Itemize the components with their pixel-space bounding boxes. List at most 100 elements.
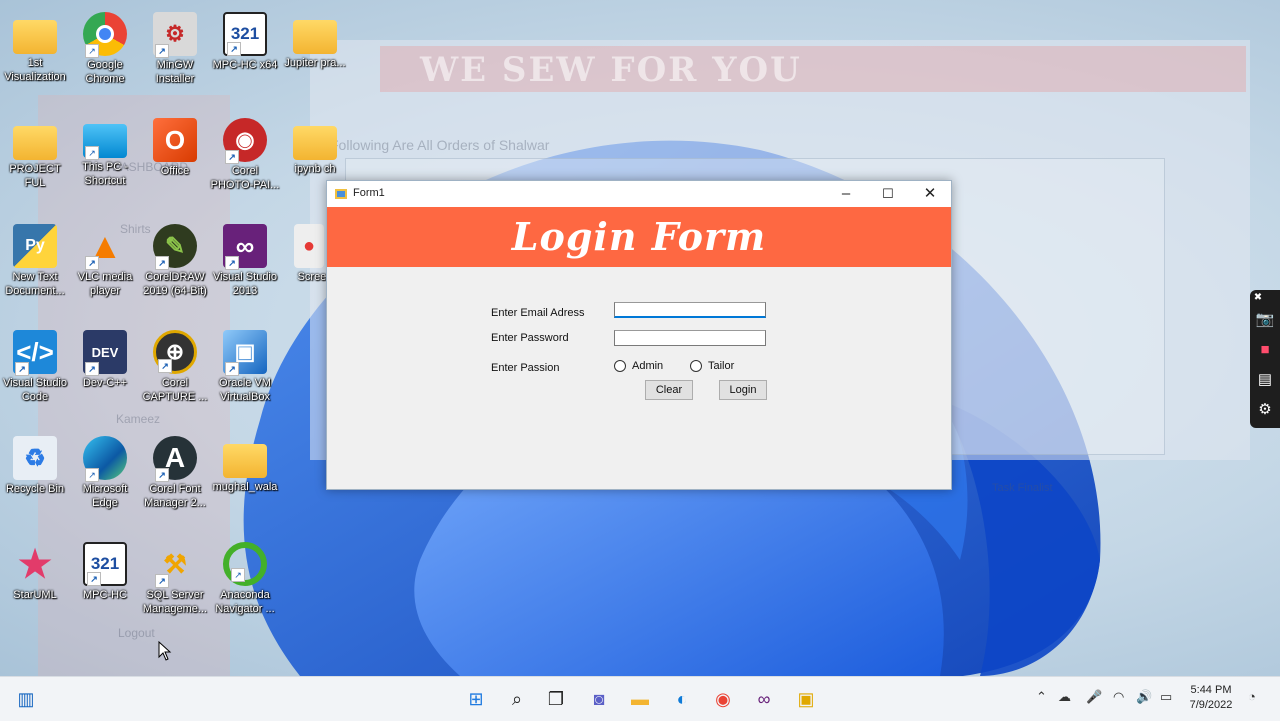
mouse-cursor-icon <box>158 641 172 661</box>
clear-button[interactable]: Clear <box>645 380 693 400</box>
chat-icon[interactable]: ◙ <box>587 687 611 711</box>
desktop-icon-label: This PC - Shortcut <box>82 161 128 187</box>
desktop-icon-label: MPC-HC x64 <box>212 59 278 71</box>
desktop-icon-label: CorelDRAW 2019 (64-Bit) <box>143 271 207 297</box>
desktop-icon-label: Office <box>160 165 190 177</box>
desktop-icon-anaconda-navigator[interactable]: ↗ Anaconda Navigator ... <box>210 542 280 616</box>
desktop-icon-label: PROJECT FUL <box>9 163 61 189</box>
desktop-icon-staruml[interactable]: ★ StarUML <box>0 542 70 602</box>
tailor-radio[interactable]: Tailor <box>690 360 734 372</box>
chrome-taskbar-icon[interactable]: ◉ <box>711 687 735 711</box>
desktop-icon-label: Dev-C++ <box>82 377 128 389</box>
desktop-icon-visual-studio-2013[interactable]: ∞ ↗ Visual Studio 2013 <box>210 224 280 298</box>
email-label: Enter Email Adress <box>491 307 585 319</box>
desktop-icon-visual-studio-code[interactable]: </> ↗ Visual Studio Code <box>0 330 70 404</box>
desktop-icon-project-ful[interactable]: PROJECT FUL <box>0 118 70 190</box>
background-sidebar-item-kameez: Kameez <box>116 412 161 426</box>
login-button[interactable]: Login <box>719 380 767 400</box>
file-explorer-icon[interactable]: ▬ <box>628 687 652 711</box>
desktop-icon-label: Google Chrome <box>85 59 125 85</box>
desktop-icon-jupiter-pra[interactable]: Jupiter pra... <box>280 12 350 70</box>
background-status-text: Task Finalist <box>992 482 1053 494</box>
devcpp-icon: DEV ↗ <box>83 330 127 376</box>
volume-icon[interactable]: 🔊 <box>1136 689 1152 705</box>
desktop-icon-office[interactable]: O Office <box>140 118 210 178</box>
desktop-icon-corel-font-manager[interactable]: A ↗ Corel Font Manager 2... <box>140 436 210 510</box>
desktop-icon-label: Corel Font Manager 2... <box>144 483 206 509</box>
visual-studio-taskbar-icon[interactable]: ∞ <box>752 687 776 711</box>
clock[interactable]: 5:44 PM 7/9/2022 <box>1185 683 1237 713</box>
clock-date: 7/9/2022 <box>1189 699 1233 711</box>
desktop-icon-mpc-hc[interactable]: 321 ↗ MPC-HC <box>70 542 140 602</box>
notification-icon[interactable]: ◔ <box>1248 689 1256 704</box>
desktop-icon-label: Visual Studio Code <box>2 377 67 403</box>
folder-icon <box>13 20 57 54</box>
camera-icon[interactable]: 📷 <box>1255 310 1275 330</box>
desktop-icon-label: Corel PHOTO-PAI... <box>210 165 280 191</box>
video-record-icon[interactable]: ■ <box>1255 340 1275 360</box>
desktop-icon-label: ipynb ch <box>294 163 336 175</box>
desktop-icon-mughal-wala[interactable]: mughal_wala <box>210 436 280 494</box>
minimize-icon[interactable]: – <box>825 181 867 207</box>
start-icon[interactable]: ⊞ <box>464 687 488 711</box>
desktop-icon-label: Oracle VM VirtualBox <box>219 377 271 403</box>
search-icon[interactable]: ⌕ <box>505 687 529 711</box>
desktop-icon-label: New Text Document... <box>5 271 65 297</box>
taskbar: ▥ ⊞ ⌕ ❐ ◙ ▬ ◐ ◉ ∞ ▣ ⌃ ☁ 🎤 ◠ 🔊 ▭ 5:44 PM … <box>0 676 1280 721</box>
maximize-icon[interactable]: ☐ <box>867 181 909 207</box>
desktop-icon-label: MinGW Installer <box>155 59 195 85</box>
desktop-icon-sql-server[interactable]: ⚒ ↗ SQL Server Manageme... <box>140 542 210 616</box>
wifi-icon[interactable]: ◠ <box>1113 689 1124 705</box>
desktop-icon-vlc[interactable]: ▲ ↗ VLC media player <box>70 224 140 298</box>
task-view-icon[interactable]: ❐ <box>544 687 568 711</box>
folder-icon <box>293 126 337 160</box>
onedrive-icon[interactable]: ☁ <box>1058 689 1071 705</box>
chevron-up-icon[interactable]: ⌃ <box>1036 689 1047 705</box>
desktop-icon-coreldraw[interactable]: ✎ ↗ CorelDRAW 2019 (64-Bit) <box>140 224 210 298</box>
desktop-icon-microsoft-edge[interactable]: ↗ Microsoft Edge <box>70 436 140 510</box>
desktop-icon-new-text-document[interactable]: Py New Text Document... <box>0 224 70 298</box>
admin-radio-label: Admin <box>632 360 664 372</box>
admin-radio[interactable]: Admin <box>614 360 663 372</box>
background-app-banner: WE SEW FOR YOU <box>380 46 1246 92</box>
record-icon: ● <box>294 224 324 268</box>
gallery-icon[interactable]: ▤ <box>1255 370 1275 390</box>
staruml-icon: ★ <box>17 543 53 586</box>
clock-time: 5:44 PM <box>1190 684 1232 696</box>
task-view-app-icon[interactable]: ▥ <box>14 687 38 711</box>
desktop-icon-corel-photo-paint[interactable]: ◉ ↗ Corel PHOTO-PAI... <box>210 118 280 192</box>
mpc-icon: 321 ↗ <box>223 12 267 56</box>
desktop-icon-google-chrome[interactable]: ↗ Google Chrome <box>70 12 140 86</box>
battery-icon[interactable]: ▭ <box>1160 689 1172 705</box>
anaconda-icon: ↗ <box>223 542 267 586</box>
desktop-icon-dev-cpp[interactable]: DEV ↗ Dev-C++ <box>70 330 140 390</box>
folder-icon <box>13 126 57 160</box>
capture-toolbar: ✖ 📷 ■ ▤ ⚙ <box>1250 290 1280 428</box>
microphone-icon[interactable]: 🎤 <box>1086 689 1102 705</box>
form-app-taskbar-icon[interactable]: ▣ <box>794 687 818 711</box>
desktop-icon-this-pc[interactable]: ↗ This PC - Shortcut <box>70 118 140 188</box>
desktop-icon-label: SQL Server Manageme... <box>142 589 208 615</box>
desktop-icon-label: Microsoft Edge <box>82 483 128 509</box>
desktop-icon-mingw-installer[interactable]: ⚙ ↗ MinGW Installer <box>140 12 210 86</box>
window-titlebar[interactable]: Form1 – ☐ ✕ <box>327 181 951 207</box>
pin-icon[interactable]: ✖ <box>1252 292 1264 304</box>
desktop-icon-mpc-hc-x64[interactable]: 321 ↗ MPC-HC x64 <box>210 12 280 72</box>
edge-taskbar-icon[interactable]: ◐ <box>670 687 694 711</box>
desktop-icon-recycle-bin[interactable]: ♻ Recycle Bin <box>0 436 70 496</box>
desktop-icon-label: 1st Visualization <box>4 57 66 83</box>
password-field[interactable] <box>614 330 766 346</box>
radio-circle-icon <box>690 360 702 372</box>
corel-font-icon: A ↗ <box>153 436 197 482</box>
gear-icon[interactable]: ⚙ <box>1255 400 1275 420</box>
desktop-icon-label: MPC-HC <box>83 589 127 601</box>
close-icon[interactable]: ✕ <box>909 181 951 207</box>
office-icon: O <box>153 118 197 162</box>
passion-label: Enter Passion <box>491 362 560 374</box>
desktop-icon-1st-visualization[interactable]: 1st Visualization <box>0 12 70 84</box>
desktop-icon-virtualbox[interactable]: ▣ ↗ Oracle VM VirtualBox <box>210 330 280 404</box>
desktop-icon-corel-capture[interactable]: ⊕ ↗ Corel CAPTURE ... <box>140 330 210 404</box>
desktop-icon-ipynb[interactable]: ipynb ch <box>280 118 350 176</box>
recycle-bin-icon: ♻ <box>13 436 57 480</box>
email-field[interactable] <box>614 302 766 318</box>
